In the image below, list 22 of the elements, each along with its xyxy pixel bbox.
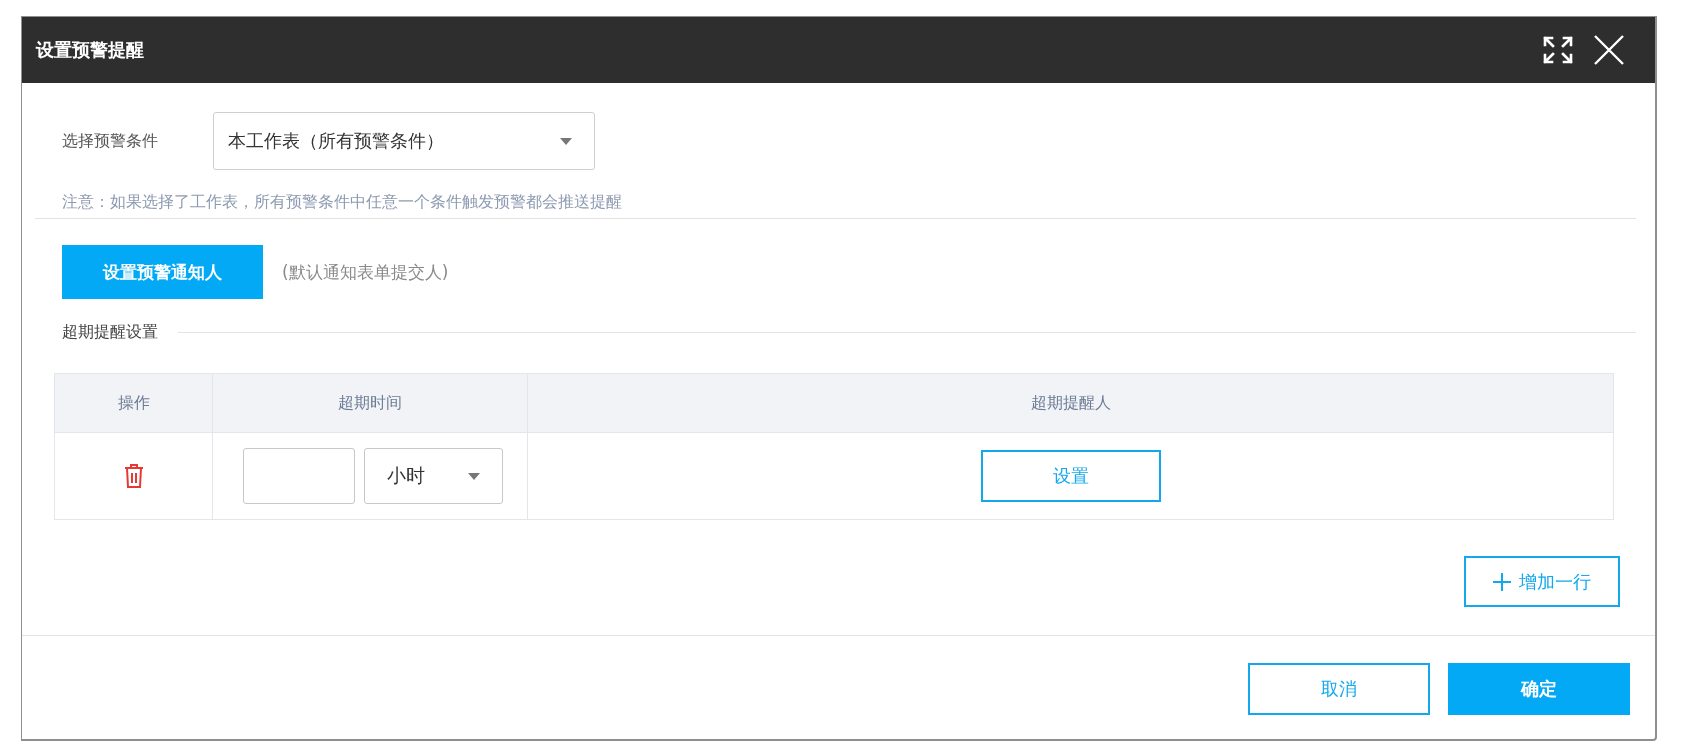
condition-label: 选择预警条件 — [62, 130, 159, 152]
trash-icon[interactable] — [123, 464, 144, 488]
section-title: 超期提醒设置 — [62, 321, 158, 343]
dialog-title: 设置预警提醒 — [36, 38, 145, 62]
table-header-cell: 超期提醒人 — [527, 373, 1614, 433]
add-row-button[interactable]: 增加一行 — [1464, 556, 1620, 607]
note-text: 注意：如果选择了工作表，所有预警条件中任意一个条件触发预警都会推送提醒 — [62, 191, 623, 213]
notifier-hint: (默认通知表单提交人) — [282, 260, 449, 284]
unit-select[interactable]: 小时 — [364, 448, 503, 504]
table-header-cell: 超期时间 — [212, 373, 528, 433]
close-icon[interactable] — [1594, 35, 1624, 65]
set-notifier-button[interactable]: 设置预警通知人 — [62, 245, 263, 299]
plus-icon — [1493, 572, 1511, 591]
caret-down-icon — [560, 137, 572, 145]
cancel-button[interactable]: 取消 — [1248, 663, 1430, 715]
set-reminder-button[interactable]: 设置 — [981, 450, 1161, 502]
condition-select[interactable]: 本工作表（所有预警条件） — [213, 112, 595, 170]
expand-icon[interactable] — [1542, 35, 1574, 65]
table-header-cell: 操作 — [54, 373, 213, 433]
time-input[interactable] — [243, 448, 355, 504]
confirm-button[interactable]: 确定 — [1448, 663, 1630, 715]
caret-down-icon — [468, 472, 480, 480]
